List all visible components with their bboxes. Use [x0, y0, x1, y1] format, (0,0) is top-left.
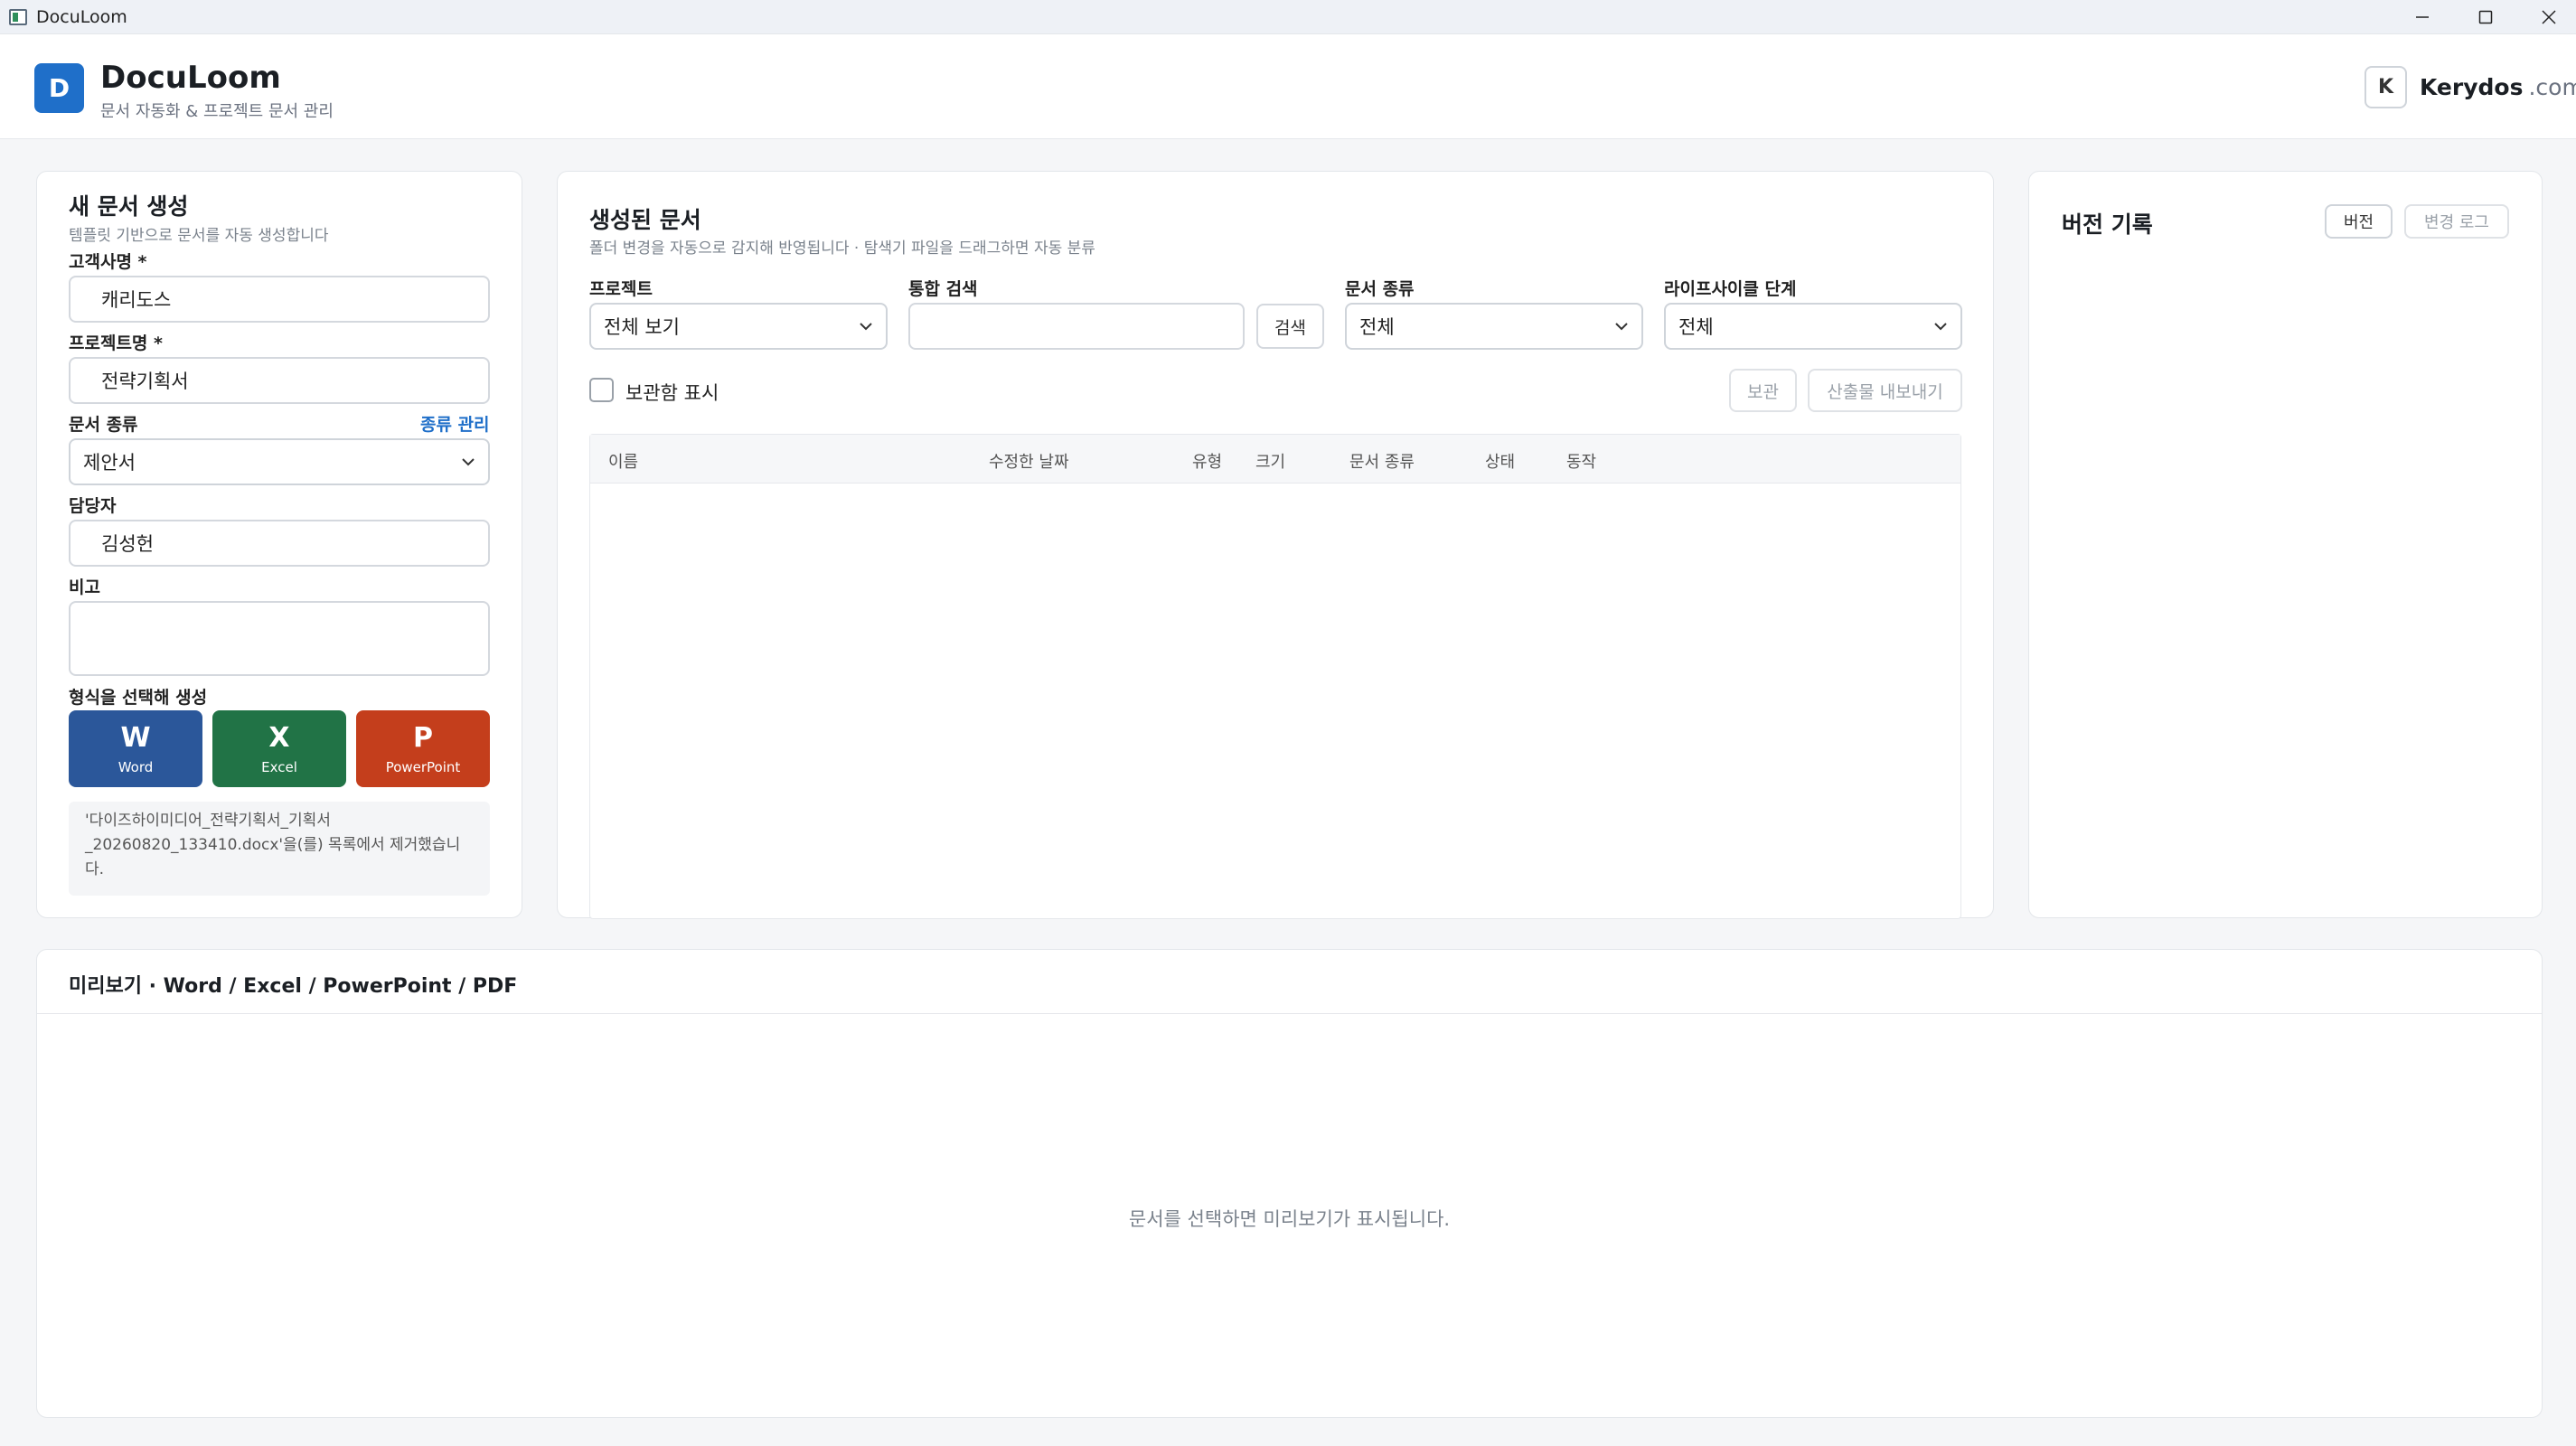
doc-type-select[interactable]: 제안서: [69, 438, 490, 485]
doc-type-label: 문서 종류: [69, 415, 138, 435]
column-modified[interactable]: 수정한 날짜: [989, 449, 1069, 473]
column-actions[interactable]: 동작: [1566, 449, 1596, 473]
chevron-down-icon: [1934, 323, 1947, 331]
column-type[interactable]: 유형: [1192, 449, 1222, 473]
tab-version[interactable]: 버전: [2325, 204, 2393, 239]
preview-empty-message: 문서를 선택하면 미리보기가 표시됩니다.: [1128, 1208, 1451, 1230]
chevron-down-icon: [1615, 323, 1628, 331]
close-button[interactable]: [2517, 0, 2576, 34]
minimize-button[interactable]: [2391, 0, 2454, 34]
account-avatar[interactable]: K: [2364, 66, 2407, 108]
lifecycle-select[interactable]: 전체: [1664, 303, 1962, 350]
archive-checkbox-label[interactable]: 보관함 표시: [625, 379, 719, 406]
powerpoint-icon: P: [413, 721, 433, 754]
doc-type-filter-select[interactable]: 전체: [1345, 303, 1643, 350]
docs-panel-subtitle: 폴더 변경을 자동으로 감지해 반영됩니다 · 탐색기 파일을 드래그하면 자동…: [589, 239, 1095, 258]
maximize-icon: [2478, 10, 2493, 24]
account-label[interactable]: Kerydos .com: [2420, 74, 2576, 100]
table-header: 이름 수정한 날짜 유형 크기 문서 종류 상태 동작: [590, 435, 1960, 484]
create-panel-title: 새 문서 생성: [69, 193, 189, 220]
project-filter-value: 전체 보기: [604, 316, 680, 338]
doc-type-value: 제안서: [83, 452, 136, 474]
preview-panel: [36, 949, 2543, 1418]
owner-value: 김성헌: [101, 533, 154, 555]
column-size[interactable]: 크기: [1255, 449, 1285, 473]
minimize-icon: [2416, 16, 2429, 18]
version-history-panel: [2028, 171, 2543, 918]
chevron-down-icon: [462, 458, 475, 466]
excel-icon: X: [268, 721, 290, 754]
documents-table: 이름 수정한 날짜 유형 크기 문서 종류 상태 동작: [589, 434, 1961, 919]
close-icon: [2542, 10, 2556, 24]
project-filter-select[interactable]: 전체 보기: [589, 303, 888, 350]
account-name: Kerydos: [2420, 74, 2524, 100]
app-logo: D: [34, 63, 84, 113]
project-input[interactable]: 전략기획서: [69, 357, 490, 404]
format-label: 형식을 선택해 생성: [69, 688, 208, 708]
client-label: 고객사명 *: [69, 252, 147, 272]
brand-title: DocuLoom: [100, 60, 281, 96]
account-domain: .com: [2528, 74, 2576, 100]
doc-type-filter-value: 전체: [1359, 316, 1395, 338]
project-label: 프로젝트명 *: [69, 333, 163, 353]
client-value: 캐리도스: [101, 289, 172, 311]
word-icon: W: [120, 721, 151, 754]
search-button[interactable]: 검색: [1256, 304, 1324, 349]
create-panel-subtitle: 템플릿 기반으로 문서를 자동 생성합니다: [69, 227, 329, 245]
app-icon: [9, 8, 27, 25]
powerpoint-label: PowerPoint: [385, 758, 461, 775]
lifecycle-value: 전체: [1678, 316, 1714, 338]
brand-subtitle: 문서 자동화 & 프로젝트 문서 관리: [100, 102, 334, 121]
archive-button[interactable]: 보관: [1729, 369, 1797, 412]
note-label: 비고: [69, 577, 100, 597]
version-panel-title: 버전 기록: [2062, 211, 2153, 238]
column-status[interactable]: 상태: [1485, 449, 1515, 473]
app-header: D DocuLoom 문서 자동화 & 프로젝트 문서 관리 K Kerydos…: [0, 34, 2576, 139]
export-button[interactable]: 산출물 내보내기: [1808, 369, 1962, 412]
window-titlebar: DocuLoom: [0, 0, 2576, 34]
excel-button[interactable]: X Excel: [212, 710, 346, 787]
word-button[interactable]: W Word: [69, 710, 202, 787]
docs-panel-title: 생성된 문서: [589, 207, 701, 233]
project-value: 전략기획서: [101, 371, 189, 392]
lifecycle-label: 라이프사이클 단계: [1664, 279, 1797, 299]
doc-type-filter-label: 문서 종류: [1345, 279, 1415, 299]
preview-divider: [37, 1013, 2542, 1014]
doc-type-manage-link[interactable]: 종류 관리: [420, 411, 490, 436]
column-doc-type[interactable]: 문서 종류: [1349, 449, 1415, 473]
column-name[interactable]: 이름: [608, 449, 638, 473]
excel-label: Excel: [261, 758, 297, 775]
search-label: 통합 검색: [908, 279, 978, 299]
powerpoint-button[interactable]: P PowerPoint: [356, 710, 490, 787]
chevron-down-icon: [860, 323, 872, 331]
word-label: Word: [118, 758, 154, 775]
maximize-button[interactable]: [2454, 0, 2517, 34]
owner-input[interactable]: 김성헌: [69, 520, 490, 567]
tab-changelog[interactable]: 변경 로그: [2404, 204, 2509, 239]
note-textarea[interactable]: [69, 601, 490, 676]
status-notice: '다이즈하이미디어_전략기획서_기획서_20260820_133410.docx…: [69, 802, 490, 896]
archive-checkbox[interactable]: [589, 378, 614, 402]
project-filter-label: 프로젝트: [589, 279, 653, 299]
client-input[interactable]: 캐리도스: [69, 276, 490, 323]
preview-title: 미리보기 · Word / Excel / PowerPoint / PDF: [69, 975, 518, 998]
search-input[interactable]: [908, 303, 1245, 350]
owner-label: 담당자: [69, 496, 117, 516]
window-title: DocuLoom: [36, 6, 127, 27]
